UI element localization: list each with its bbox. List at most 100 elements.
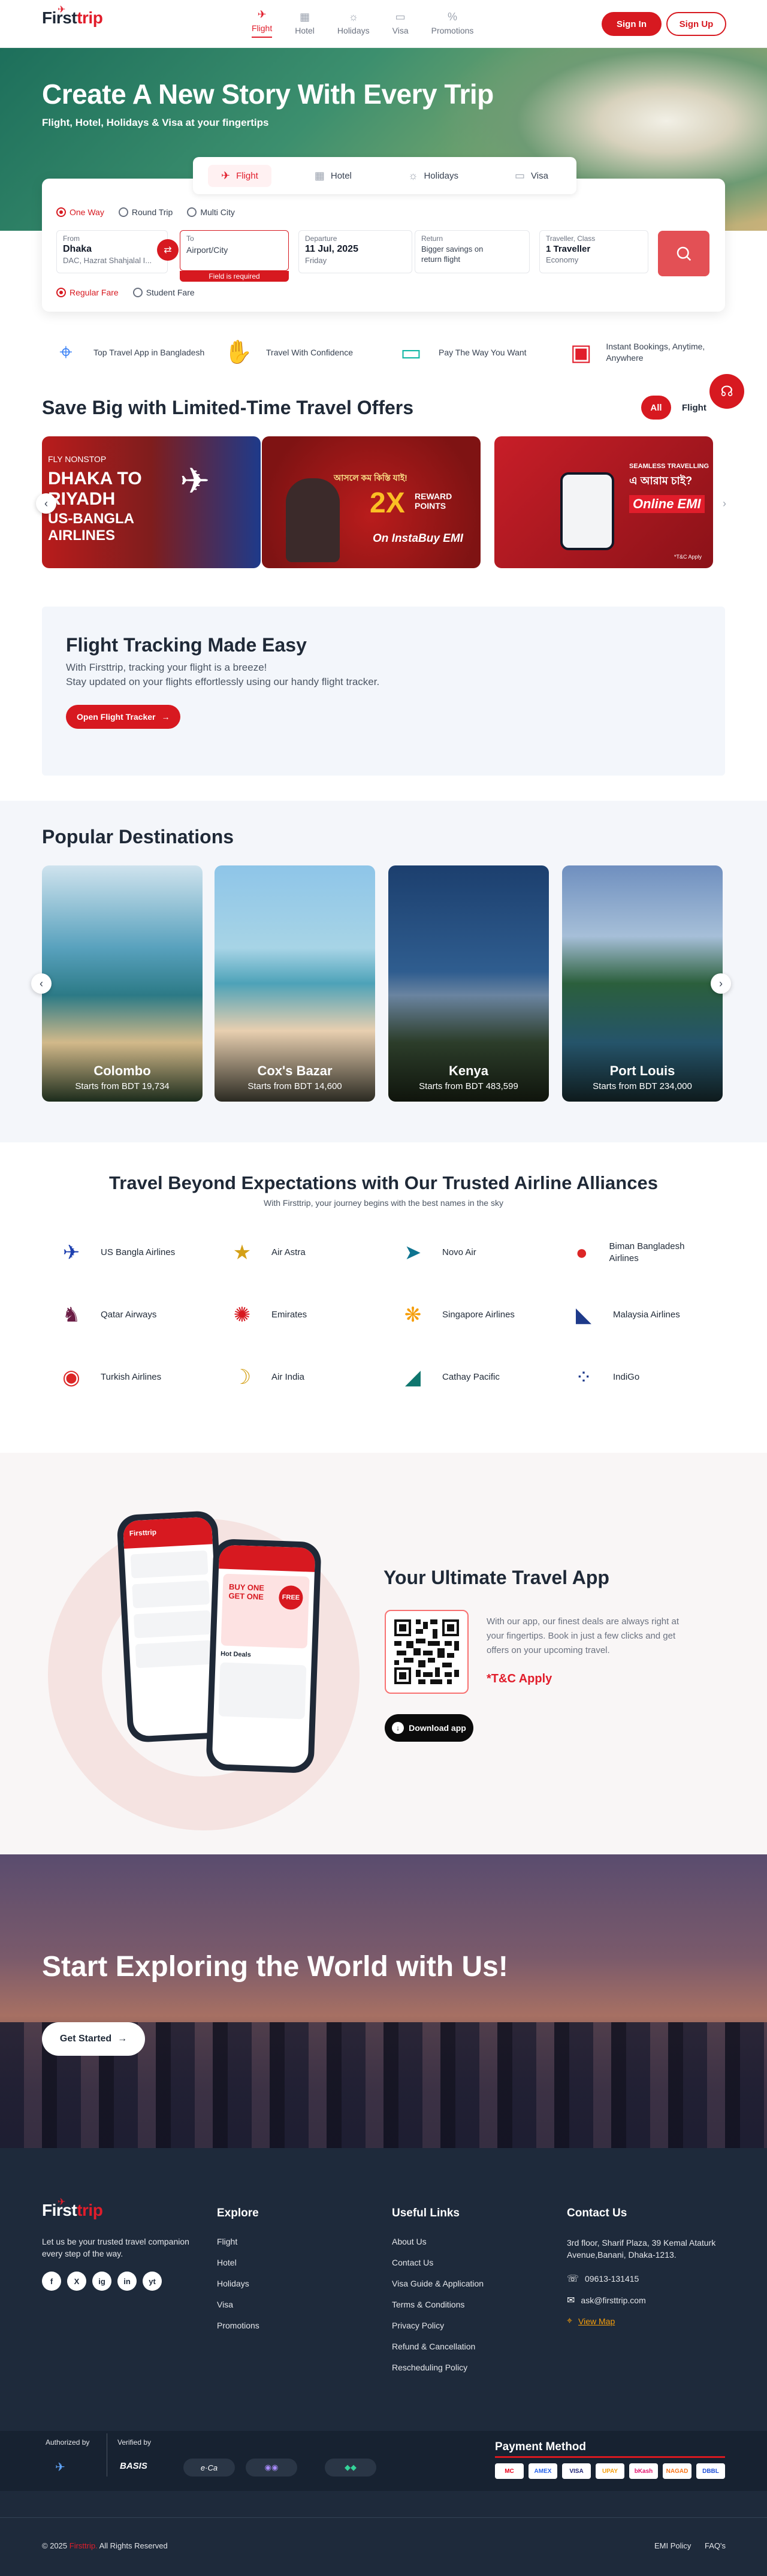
airline-air-india: ☽ Air India — [213, 1359, 363, 1395]
nav-hotel[interactable]: ▦ Hotel — [295, 11, 315, 35]
footer-email[interactable]: ✉ ask@firsttrip.com — [567, 2294, 646, 2306]
nav-label: Holidays — [337, 26, 370, 35]
copyright-brand[interactable]: Firsttrip. — [70, 2541, 98, 2550]
destinations-next-button[interactable]: › — [711, 973, 731, 994]
filter-all[interactable]: All — [641, 396, 671, 420]
traveller-field[interactable]: Traveller, Class 1 Traveller Economy — [539, 230, 648, 273]
destination-card-colombo[interactable]: Colombo Starts from BDT 19,734 — [42, 865, 203, 1102]
radio-one-way[interactable]: One Way — [56, 207, 104, 217]
facebook-icon[interactable]: f — [42, 2272, 61, 2291]
tab-label: Hotel — [330, 170, 352, 181]
destination-card-port-louis[interactable]: Port Louis Starts from BDT 234,000 — [562, 865, 723, 1102]
radio-multi-city[interactable]: Multi City — [187, 207, 235, 217]
radio-student-fare[interactable]: Student Fare — [132, 288, 195, 297]
footer-link[interactable]: About Us — [392, 2237, 484, 2246]
youtube-icon[interactable]: yt — [143, 2272, 162, 2291]
footer-link[interactable]: Holidays — [217, 2279, 259, 2288]
toab-logo-icon: ◆◆ — [325, 2459, 376, 2477]
amex-icon: AMEX — [529, 2463, 557, 2479]
qr-code-icon — [392, 1617, 461, 1687]
offer-card-usbangla[interactable]: FLY NONSTOP DHAKA TO RIYADH US-BANGLA AI… — [42, 436, 261, 568]
destination-card-coxs-bazar[interactable]: Cox's Bazar Starts from BDT 14,600 — [215, 865, 375, 1102]
to-field[interactable]: To Airport/City — [180, 230, 289, 271]
field-label: Traveller, Class — [546, 234, 596, 243]
instagram-icon[interactable]: ig — [92, 2272, 111, 2291]
departure-field[interactable]: Departure 11 Jul, 2025 Friday — [298, 230, 412, 273]
airline-indigo: ⁘ IndiGo — [554, 1359, 704, 1395]
download-app-button[interactable]: ↓ Download app — [385, 1714, 473, 1742]
offer-tag: FLY NONSTOP — [48, 454, 107, 464]
flight-tracking-section: Flight Tracking Made Easy With Firsttrip… — [42, 607, 725, 776]
filter-flight[interactable]: Flight — [682, 396, 706, 420]
airline-name: Emirates — [271, 1310, 307, 1320]
get-started-button[interactable]: Get Started → — [42, 2022, 145, 2056]
search-button[interactable] — [658, 231, 709, 276]
footer-link[interactable]: Refund & Cancellation — [392, 2342, 484, 2351]
footer-link[interactable]: Terms & Conditions — [392, 2300, 484, 2309]
logo-text-accent: trip — [77, 8, 103, 27]
footer-link[interactable]: Contact Us — [392, 2258, 484, 2267]
x-twitter-icon[interactable]: X — [67, 2272, 86, 2291]
app-tc[interactable]: *T&C Apply — [487, 1672, 552, 1686]
tab-hotel[interactable]: ▦ Hotel — [301, 165, 365, 187]
airline-name: Air Astra — [271, 1247, 306, 1257]
emi-policy-link[interactable]: EMI Policy — [654, 2541, 691, 2550]
tab-visa[interactable]: ▭ Visa — [502, 165, 561, 187]
destination-name: Kenya — [448, 1063, 489, 1078]
passport-icon: ▭ — [515, 169, 526, 182]
open-flight-tracker-button[interactable]: Open Flight Tracker → — [66, 705, 181, 729]
offer-card-online-emi[interactable]: SEAMLESS TRAVELLING এ আরাম চাই? Online E… — [494, 436, 713, 568]
email-text: ask@firsttrip.com — [581, 2296, 646, 2305]
destination-card-kenya[interactable]: Kenya Starts from BDT 483,599 — [388, 865, 549, 1102]
phone-app-brand: Firsttrip — [122, 1516, 213, 1549]
traveller-class: Economy — [546, 255, 579, 264]
footer-logo[interactable]: ✈ Firsttrip — [42, 2197, 103, 2220]
footer-link[interactable]: Rescheduling Policy — [392, 2363, 484, 2372]
swap-button[interactable]: ⇄ — [157, 239, 179, 261]
offer-card-reward[interactable]: আসলে কম কিস্তি যাই! 2X REWARD POINTS On … — [262, 436, 481, 568]
nav-label: Hotel — [295, 26, 315, 35]
faq-link[interactable]: FAQ's — [705, 2541, 726, 2550]
footer-link[interactable]: Hotel — [217, 2258, 259, 2267]
novo-air-logo-icon: ➤ — [404, 1241, 422, 1264]
airline-name: IndiGo — [613, 1372, 640, 1382]
footer-link[interactable]: Promotions — [217, 2321, 259, 2330]
from-airport: DAC, Hazrat Shahjalal I... — [63, 256, 152, 265]
verified-label: Verified by — [117, 2438, 152, 2447]
button-label: Get Started — [59, 2034, 112, 2044]
return-field[interactable]: Return Bigger savings on return flight — [415, 230, 530, 273]
destinations-prev-button[interactable]: ‹ — [31, 973, 52, 994]
payment-underline — [495, 2456, 725, 2458]
sign-up-button[interactable]: Sign Up — [666, 12, 726, 36]
footer-link[interactable]: Visa — [217, 2300, 259, 2309]
nav-holidays[interactable]: ☼ Holidays — [337, 11, 370, 35]
phone-list-row — [130, 1550, 209, 1579]
from-field[interactable]: From Dhaka DAC, Hazrat Shahjalal I... — [56, 230, 168, 273]
feature-text: Travel With Confidence — [266, 347, 353, 357]
footer-link[interactable]: Visa Guide & Application — [392, 2279, 484, 2288]
sign-in-button[interactable]: Sign In — [602, 12, 662, 36]
footer-link[interactable]: Privacy Policy — [392, 2321, 484, 2330]
footer-phone[interactable]: ☏ 09613-131415 — [567, 2273, 639, 2285]
footer-map-link[interactable]: ⌖ View Map — [567, 2316, 615, 2327]
tab-flight[interactable]: ✈ Flight — [208, 164, 271, 187]
firsttrip-logo[interactable]: ✈ Firsttrip — [42, 5, 103, 28]
nav-flight[interactable]: ✈ Flight — [252, 8, 272, 38]
destination-price: Starts from BDT 483,599 — [419, 1081, 518, 1091]
nav-visa[interactable]: ▭ Visa — [392, 11, 409, 35]
tab-holidays[interactable]: ☼ Holidays — [395, 165, 472, 187]
radio-label: One Way — [70, 207, 104, 217]
footer-link[interactable]: Flight — [217, 2237, 259, 2246]
copyright: © 2025 Firsttrip. All Rights Reserved — [42, 2541, 168, 2550]
tab-label: Flight — [236, 170, 258, 181]
emirates-logo-icon: ✺ — [233, 1304, 251, 1326]
linkedin-icon[interactable]: in — [117, 2272, 137, 2291]
app-qr-code[interactable] — [385, 1610, 469, 1694]
support-button[interactable]: ☊ — [709, 374, 744, 409]
radio-regular-fare[interactable]: Regular Fare — [56, 288, 119, 297]
offers-prev-button[interactable]: ‹ — [36, 493, 56, 514]
nav-promotions[interactable]: % Promotions — [431, 11, 474, 35]
radio-round-trip[interactable]: Round Trip — [118, 207, 173, 217]
offers-next-button[interactable]: › — [714, 493, 735, 514]
feature-instant-booking: ▣ Instant Bookings, Anytime, Anywhere — [561, 328, 723, 376]
